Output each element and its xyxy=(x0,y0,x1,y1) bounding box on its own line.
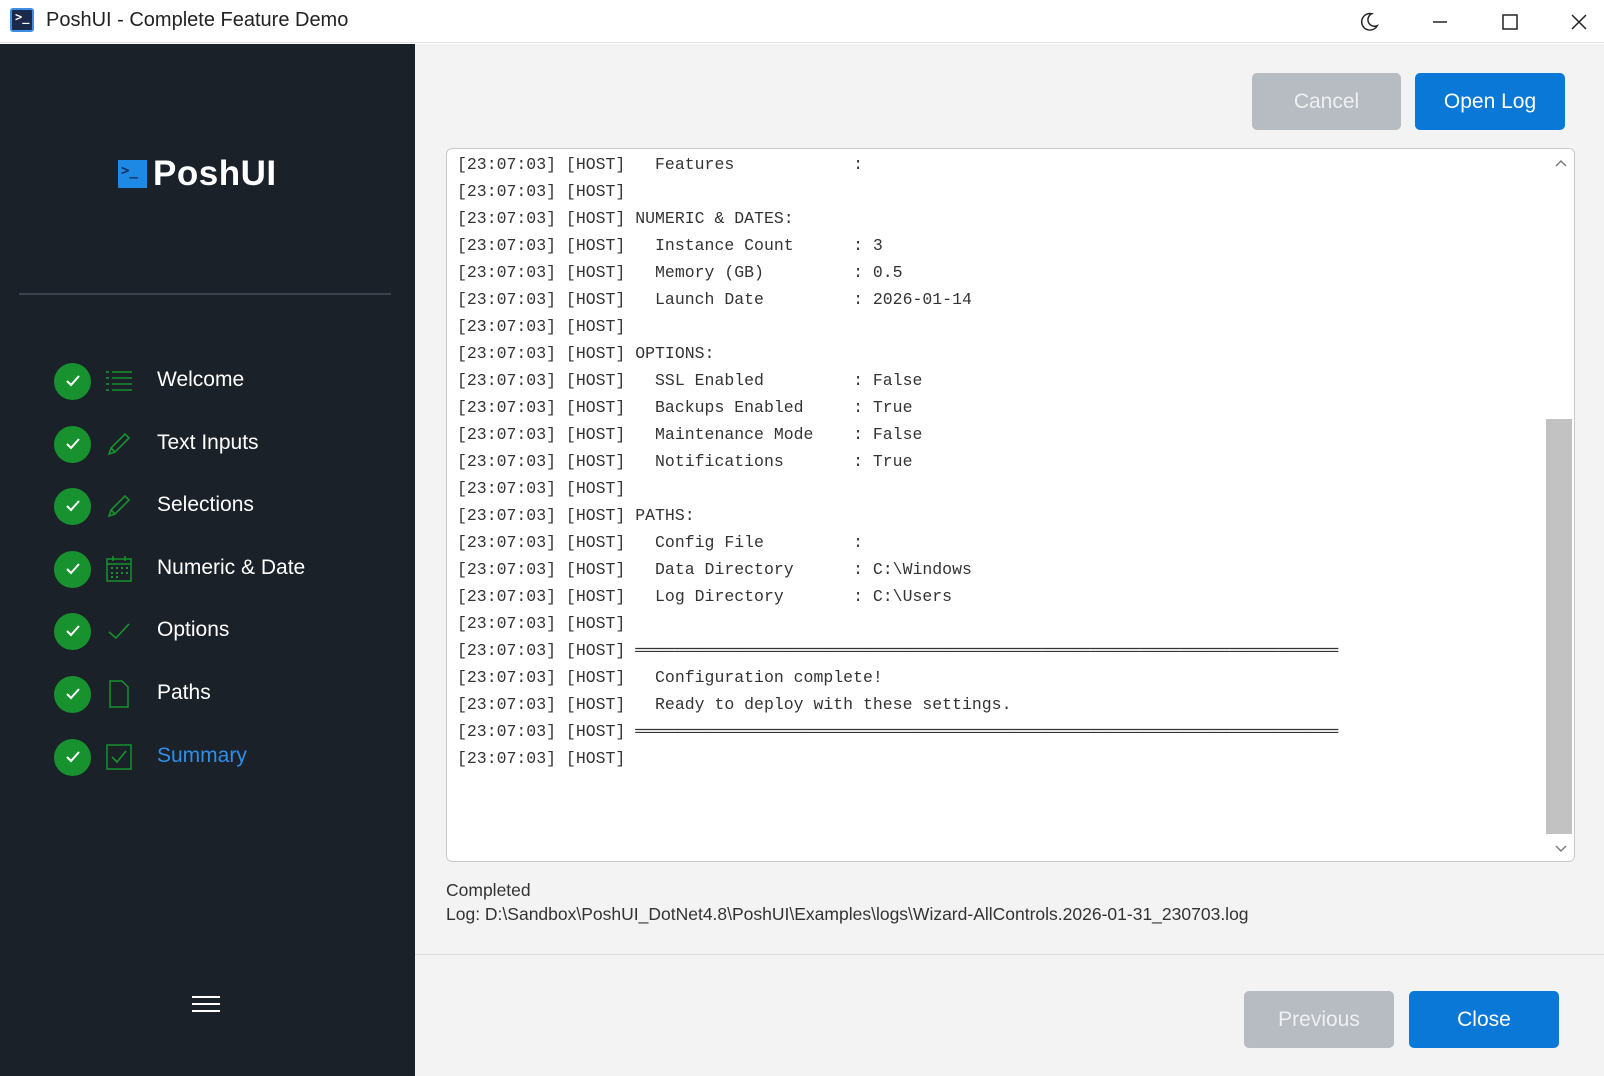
completed-check-icon xyxy=(54,487,91,525)
window-title: PoshUI - Complete Feature Demo xyxy=(46,9,349,31)
sidebar-item-options[interactable]: Options xyxy=(54,612,229,650)
previous-button[interactable]: Previous xyxy=(1244,991,1394,1048)
pencil-icon xyxy=(104,429,134,459)
sidebar: >_ PoshUI Welcome Text Inputs Selections xyxy=(0,44,415,1076)
document-icon xyxy=(104,679,134,709)
completed-check-icon xyxy=(54,425,91,463)
sidebar-item-numeric-date[interactable]: Numeric & Date xyxy=(54,550,305,588)
logo-text: PoshUI xyxy=(153,154,277,193)
sidebar-item-welcome[interactable]: Welcome xyxy=(54,362,244,400)
log-line: [23:07:03] [HOST] SSL Enabled : False xyxy=(457,371,923,390)
sidebar-item-label: Welcome xyxy=(157,368,245,391)
sidebar-item-label: Options xyxy=(157,618,230,641)
sidebar-item-label: Paths xyxy=(157,681,211,704)
calendar-icon xyxy=(104,554,134,584)
log-line: [23:07:03] [HOST] ══════════════════════… xyxy=(457,722,1339,741)
sidebar-item-label: Numeric & Date xyxy=(157,556,306,579)
logo-icon: >_ xyxy=(118,160,147,188)
completed-check-icon xyxy=(54,612,91,650)
scrollbar[interactable] xyxy=(1546,149,1574,861)
scroll-up-icon[interactable] xyxy=(1552,155,1570,171)
sidebar-item-paths[interactable]: Paths xyxy=(54,675,211,713)
close-icon xyxy=(1571,14,1587,30)
status-text: Completed xyxy=(446,880,531,900)
title-bar: >_ PoshUI - Complete Feature Demo xyxy=(0,0,1604,43)
minimize-icon xyxy=(1433,21,1447,23)
sidebar-item-label: Selections xyxy=(157,493,254,516)
log-line: [23:07:03] [HOST] xyxy=(457,749,626,768)
footer-divider xyxy=(415,954,1604,955)
log-line: [23:07:03] [HOST] Memory (GB) : 0.5 xyxy=(457,263,903,282)
log-line: [23:07:03] [HOST] Config File : xyxy=(457,533,863,552)
main-content: Cancel Open Log [23:07:03] [HOST] Featur… xyxy=(415,44,1604,1076)
app-icon: >_ xyxy=(10,8,34,32)
sidebar-item-summary[interactable]: Summary xyxy=(54,738,247,776)
status-area: Completed Log: D:\Sandbox\PoshUI_DotNet4… xyxy=(446,878,1249,926)
log-line: [23:07:03] [HOST] Log Directory : C:\Use… xyxy=(457,587,953,606)
sidebar-item-text-inputs[interactable]: Text Inputs xyxy=(54,425,259,463)
checkbox-icon xyxy=(104,742,134,772)
log-line: [23:07:03] [HOST] xyxy=(457,479,626,498)
log-line: [23:07:03] [HOST] xyxy=(457,317,626,336)
minimize-button[interactable] xyxy=(1418,4,1462,40)
log-output[interactable]: [23:07:03] [HOST] Features : [23:07:03] [… xyxy=(446,148,1575,862)
log-line: [23:07:03] [HOST] xyxy=(457,614,626,633)
log-line: [23:07:03] [HOST] Data Directory : C:\Wi… xyxy=(457,560,972,579)
log-line: [23:07:03] [HOST] Launch Date : 2026-01-… xyxy=(457,290,972,309)
completed-check-icon xyxy=(54,738,91,776)
sidebar-item-label: Summary xyxy=(157,744,247,767)
theme-toggle-button[interactable] xyxy=(1347,4,1391,40)
close-button[interactable]: Close xyxy=(1409,991,1559,1048)
scrollbar-thumb[interactable] xyxy=(1546,419,1572,834)
sidebar-divider xyxy=(19,293,391,295)
log-lines: [23:07:03] [HOST] Features : [23:07:03] [… xyxy=(457,151,1338,772)
list-icon xyxy=(104,366,134,396)
log-line: [23:07:03] [HOST] Instance Count : 3 xyxy=(457,236,883,255)
log-line: [23:07:03] [HOST] xyxy=(457,182,626,201)
hamburger-menu-icon[interactable] xyxy=(192,994,220,1014)
completed-check-icon xyxy=(54,675,91,713)
check-icon xyxy=(104,616,134,646)
log-path-text: Log: D:\Sandbox\PoshUI_DotNet4.8\PoshUI\… xyxy=(446,904,1249,924)
log-line: [23:07:03] [HOST] OPTIONS: xyxy=(457,344,715,363)
completed-check-icon xyxy=(54,362,91,400)
scroll-down-icon[interactable] xyxy=(1552,841,1570,857)
maximize-icon xyxy=(1502,14,1518,30)
open-log-button[interactable]: Open Log xyxy=(1415,73,1565,130)
log-line: [23:07:03] [HOST] NUMERIC & DATES: xyxy=(457,209,794,228)
logo: >_ PoshUI xyxy=(118,154,277,194)
cancel-button[interactable]: Cancel xyxy=(1252,73,1401,130)
log-line: [23:07:03] [HOST] Maintenance Mode : Fal… xyxy=(457,425,923,444)
log-line: [23:07:03] [HOST] ══════════════════════… xyxy=(457,641,1339,660)
log-line: [23:07:03] [HOST] Ready to deploy with t… xyxy=(457,695,1012,714)
sidebar-item-label: Text Inputs xyxy=(157,431,259,454)
maximize-button[interactable] xyxy=(1488,4,1532,40)
log-line: [23:07:03] [HOST] Configuration complete… xyxy=(457,668,883,687)
sidebar-item-selections[interactable]: Selections xyxy=(54,487,254,525)
completed-check-icon xyxy=(54,550,91,588)
moon-icon xyxy=(1361,12,1379,31)
log-line: [23:07:03] [HOST] Backups Enabled : True xyxy=(457,398,913,417)
log-line: [23:07:03] [HOST] PATHS: xyxy=(457,506,695,525)
log-line: [23:07:03] [HOST] Notifications : True xyxy=(457,452,913,471)
pencil-icon xyxy=(104,491,134,521)
log-line: [23:07:03] [HOST] Features : xyxy=(457,155,863,174)
close-window-button[interactable] xyxy=(1557,4,1601,40)
